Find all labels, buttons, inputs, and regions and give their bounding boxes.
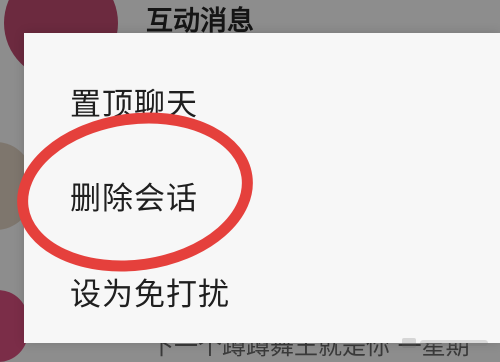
pin-chat-menu-item[interactable]: 置顶聊天 [70, 79, 198, 124]
delete-conversation-menu-item[interactable]: 删除会话 [70, 173, 198, 218]
context-menu: 置顶聊天 删除会话 设为免打扰 [24, 33, 500, 343]
watermark-logo [402, 338, 488, 348]
mute-notifications-menu-item[interactable]: 设为免打扰 [70, 269, 230, 314]
